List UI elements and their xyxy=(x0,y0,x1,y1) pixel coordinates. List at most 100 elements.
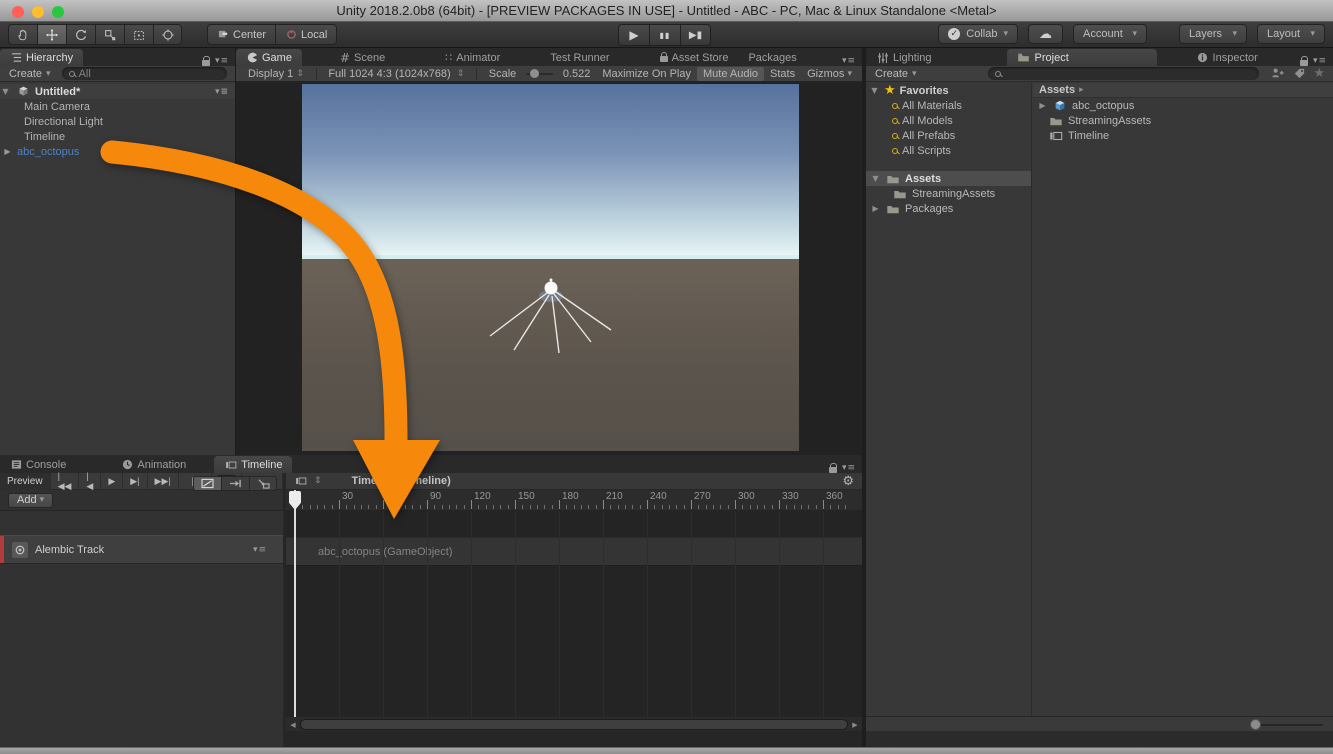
tab-hierarchy[interactable]: Hierarchy xyxy=(0,49,83,66)
favorite-all-scripts[interactable]: All Scripts xyxy=(866,143,1031,158)
favorites-filter-icon[interactable]: ★ xyxy=(1313,66,1325,81)
pause-button[interactable]: ▮▮ xyxy=(649,24,680,46)
asset-timeline[interactable]: Timeline xyxy=(1033,128,1333,143)
asset-abc-octopus[interactable]: ▶abc_octopus xyxy=(1033,98,1333,113)
disclosure-open-icon[interactable]: ▼ xyxy=(870,174,881,183)
ripple-mode-button[interactable] xyxy=(221,476,249,491)
timeline-selector-icon[interactable] xyxy=(294,473,308,489)
disclosure-closed-icon[interactable]: ▶ xyxy=(1037,101,1048,110)
account-dropdown[interactable]: Account▾ xyxy=(1073,24,1147,44)
timeline-asset-breadcrumb[interactable]: Timeline (Timeline) xyxy=(352,475,451,487)
disclosure-closed-icon[interactable]: ▶ xyxy=(2,147,13,156)
timeline-play-button[interactable]: ▶ xyxy=(101,473,123,490)
favorite-all-materials[interactable]: All Materials xyxy=(866,98,1031,113)
cloud-button[interactable]: ☁ xyxy=(1028,24,1063,44)
add-track-button[interactable]: Add▾ xyxy=(8,493,53,508)
pane-menu-icon[interactable]: ▾≡ xyxy=(1313,56,1327,66)
hierarchy-create-button[interactable]: Create▾ xyxy=(4,67,56,80)
assets-breadcrumb[interactable]: Assets▸ xyxy=(1033,83,1333,98)
asset-streaming-assets[interactable]: StreamingAssets xyxy=(1033,113,1333,128)
assets-folder-row[interactable]: ▼Assets xyxy=(866,171,1031,186)
scale-tool-button[interactable] xyxy=(95,24,124,45)
disclosure-closed-icon[interactable]: ▶ xyxy=(870,204,881,213)
disclosure-open-icon[interactable]: ▼ xyxy=(0,87,11,96)
pivot-center-button[interactable]: Center xyxy=(207,24,275,45)
scroll-left-icon[interactable]: ◀ xyxy=(288,721,298,729)
tab-animator[interactable]: ∷Animator xyxy=(435,49,510,66)
scene-menu-icon[interactable]: ▾≡ xyxy=(209,87,235,97)
pane-menu-icon[interactable]: ▾≡ xyxy=(842,463,856,473)
hierarchy-item-timeline[interactable]: Timeline xyxy=(0,129,235,144)
rect-tool-button[interactable] xyxy=(124,24,153,45)
play-button[interactable]: ▶ xyxy=(618,24,649,46)
display-selector[interactable]: Display 1 ⇕ xyxy=(242,67,310,81)
tab-game[interactable]: Game xyxy=(236,49,302,66)
mix-mode-button[interactable] xyxy=(193,476,221,491)
goto-end-button[interactable]: ▶▶| xyxy=(148,473,179,490)
hierarchy-item-main-camera[interactable]: Main Camera xyxy=(0,99,235,114)
scale-slider-knob[interactable] xyxy=(530,69,539,78)
asset-zoom-slider[interactable] xyxy=(1251,724,1323,726)
tab-timeline[interactable]: Timeline xyxy=(214,456,292,473)
asset-zoom-knob[interactable] xyxy=(1250,719,1261,730)
track-menu-icon[interactable]: ▾≡ xyxy=(247,545,273,555)
hierarchy-item-abc-octopus[interactable]: ▶abc_octopus xyxy=(0,144,235,159)
tab-asset-store[interactable]: Asset Store xyxy=(650,49,739,66)
step-button[interactable]: ▶▮ xyxy=(680,24,711,46)
tab-inspector[interactable]: Inspector xyxy=(1187,49,1268,66)
disclosure-open-icon[interactable]: ▼ xyxy=(869,86,880,95)
tab-animation[interactable]: Animation xyxy=(111,456,196,473)
mute-audio-toggle[interactable]: Mute Audio xyxy=(697,67,764,81)
packages-folder-row[interactable]: ▶Packages xyxy=(866,201,1031,216)
project-search-input[interactable] xyxy=(988,67,1260,80)
timeline-horizontal-scrollbar[interactable]: ◀ ▶ xyxy=(288,718,860,731)
alembic-track-lane[interactable]: abc_octopus (GameObject) xyxy=(286,537,862,566)
pivot-local-button[interactable]: Local xyxy=(275,24,337,45)
rotate-tool-button[interactable] xyxy=(66,24,95,45)
collab-dropdown[interactable]: ✓Collab▾ xyxy=(938,24,1018,44)
panel-divider[interactable] xyxy=(862,48,866,754)
hand-tool-button[interactable] xyxy=(8,24,37,45)
pane-menu-icon[interactable]: ▾≡ xyxy=(836,56,862,66)
label-icon[interactable] xyxy=(1291,66,1307,82)
next-frame-button[interactable]: ▶| xyxy=(123,473,147,490)
tab-test-runner[interactable]: Test Runner xyxy=(540,49,619,66)
tab-scene[interactable]: #Scene xyxy=(330,49,395,66)
scroll-right-icon[interactable]: ▶ xyxy=(850,721,860,729)
transform-tool-button[interactable] xyxy=(153,24,182,45)
goto-start-button[interactable]: |◀◀ xyxy=(51,473,80,490)
gear-icon[interactable]: ⚙ xyxy=(842,474,854,489)
aspect-selector[interactable]: Full 1024 4:3 (1024x768) ⇕ xyxy=(322,67,470,81)
layout-dropdown[interactable]: Layout▾ xyxy=(1257,24,1325,44)
streaming-assets-folder-row[interactable]: StreamingAssets xyxy=(866,186,1031,201)
timeline-grid[interactable]: abc_octopus (GameObject) xyxy=(286,511,862,717)
open-in-new-window-icon[interactable] xyxy=(1269,66,1285,82)
scrollbar-thumb[interactable] xyxy=(300,719,848,730)
previous-frame-button[interactable]: |◀ xyxy=(79,473,101,490)
alembic-track-header[interactable]: Alembic Track ▾≡ xyxy=(0,535,283,564)
move-tool-button[interactable] xyxy=(37,24,66,45)
scale-slider[interactable] xyxy=(526,73,553,75)
pane-menu-icon[interactable]: ▾≡ xyxy=(215,56,229,66)
tab-project[interactable]: Project xyxy=(1007,49,1157,66)
tab-lighting[interactable]: Lighting xyxy=(866,49,942,66)
hierarchy-search-input[interactable]: All xyxy=(62,67,227,80)
tab-packages[interactable]: Packages xyxy=(738,49,806,66)
timeline-ruler[interactable]: 306090120150180210240270300330360 xyxy=(286,490,862,511)
hierarchy-item-directional-light[interactable]: Directional Light xyxy=(0,114,235,129)
favorite-all-prefabs[interactable]: All Prefabs xyxy=(866,128,1031,143)
scene-row-untitled[interactable]: ▼ Untitled* ▾≡ xyxy=(0,84,235,99)
playhead-line[interactable] xyxy=(294,490,296,717)
updown-icon[interactable]: ⇕ xyxy=(314,476,322,486)
preview-toggle[interactable]: Preview xyxy=(0,473,51,490)
favorite-all-models[interactable]: All Models xyxy=(866,113,1031,128)
gizmos-dropdown[interactable]: Gizmos ▾ xyxy=(801,67,858,81)
layers-dropdown[interactable]: Layers▾ xyxy=(1179,24,1247,44)
stats-toggle[interactable]: Stats xyxy=(764,67,801,81)
favorites-row[interactable]: ▼★Favorites xyxy=(866,83,1031,98)
maximize-on-play-toggle[interactable]: Maximize On Play xyxy=(596,67,697,81)
lock-icon[interactable] xyxy=(829,467,837,473)
lock-icon[interactable] xyxy=(202,60,210,66)
project-create-button[interactable]: Create▾ xyxy=(870,67,922,80)
replace-mode-button[interactable] xyxy=(249,476,277,491)
